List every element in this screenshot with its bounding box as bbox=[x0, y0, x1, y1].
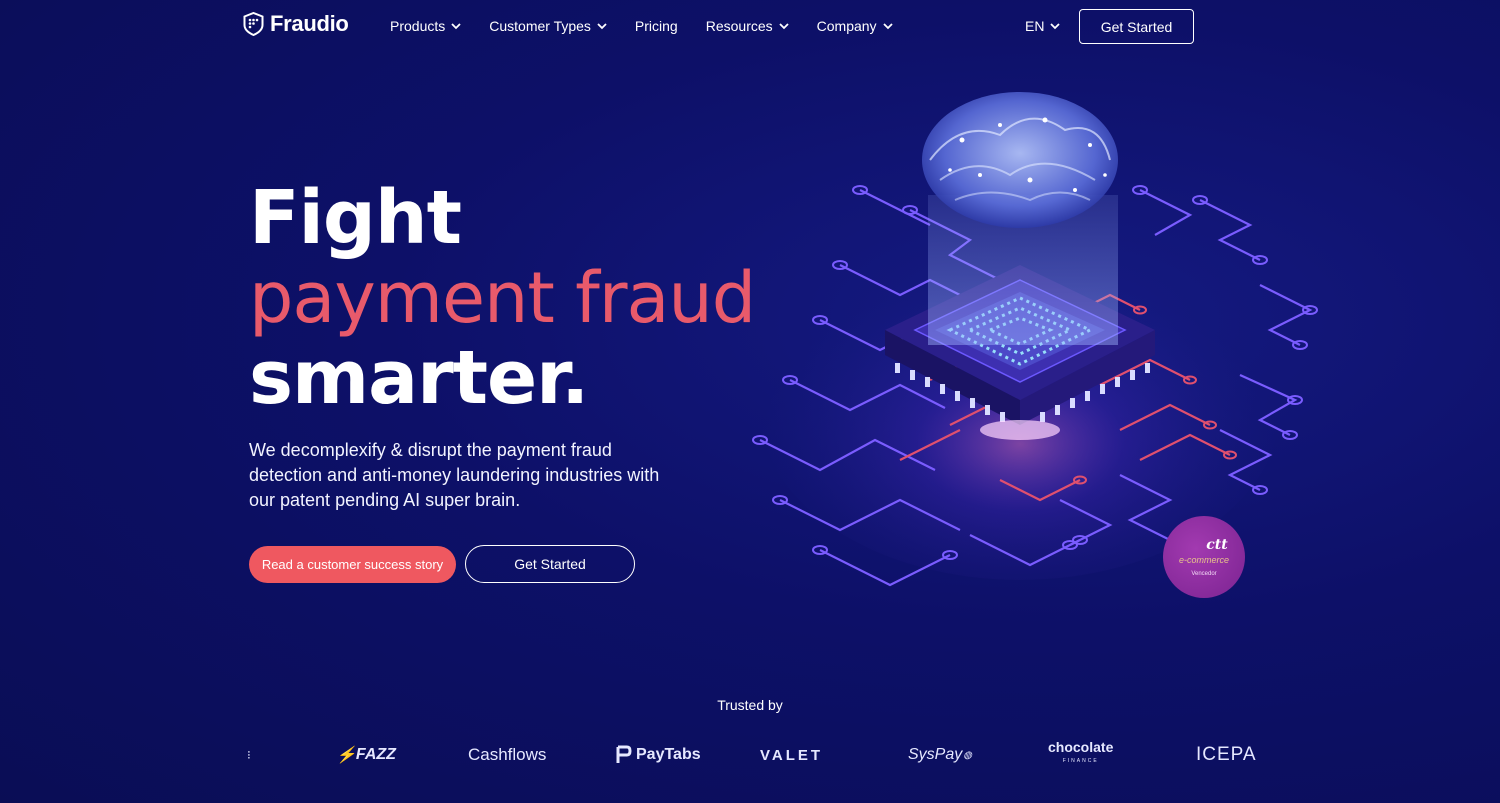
logo-chocolate: chocolate FINANCE bbox=[1048, 740, 1113, 770]
menu-item-label: Pricing bbox=[634, 18, 678, 34]
menu-item-label: Products bbox=[390, 18, 446, 34]
trusted-by-label: Trusted by bbox=[717, 697, 783, 713]
menu-item-label: Company bbox=[816, 18, 877, 34]
nav-get-started-button[interactable]: Get Started bbox=[1079, 9, 1194, 44]
logo-text: chocolate bbox=[1048, 739, 1114, 755]
menu-item-pricing[interactable]: Pricing bbox=[635, 18, 678, 34]
lightning-icon: ⚡ bbox=[336, 747, 356, 764]
logo-fazz: ⚡ FAZZ bbox=[336, 740, 396, 770]
language-selector[interactable]: EN bbox=[1025, 18, 1061, 34]
chevron-down-icon bbox=[779, 22, 789, 29]
hero-heading-line-1: Fight bbox=[249, 175, 462, 261]
logo-text: FAZZ bbox=[355, 746, 396, 763]
logo-text: SysPay bbox=[908, 746, 963, 763]
brand-name: Fraudio bbox=[270, 11, 349, 36]
chevron-down-icon bbox=[1050, 22, 1061, 29]
hero-heading: Fight payment fraud smarter. bbox=[249, 175, 756, 421]
chevron-down-icon bbox=[597, 22, 607, 29]
chevron-down-icon bbox=[451, 22, 461, 29]
hero-get-started-button[interactable]: Get Started bbox=[465, 545, 635, 583]
logo-partial: ⁝ bbox=[247, 748, 251, 762]
menu-item-label: Customer Types bbox=[489, 18, 591, 34]
menu-item-label: Resources bbox=[705, 18, 773, 34]
language-label: EN bbox=[1025, 18, 1045, 34]
globe-icon: ◍ bbox=[963, 749, 972, 761]
ai-brain-chip-illustration bbox=[752, 92, 1318, 587]
menu-item-products[interactable]: Products bbox=[390, 18, 461, 34]
badge-brand: ctt bbox=[1206, 537, 1228, 553]
logo-cashflows: Cashflows bbox=[468, 745, 547, 764]
logo-valet: VALET bbox=[760, 746, 824, 764]
menu-item-customer-types[interactable]: Customer Types bbox=[489, 18, 607, 34]
client-logos: ⁝ ⚡ FAZZ Cashflows PayTabs VALET SysPay ◍ … bbox=[0, 740, 1500, 770]
logo-text: PayTabs bbox=[636, 746, 701, 763]
logo-paytabs: PayTabs bbox=[616, 740, 701, 770]
hero-heading-line-3: smarter. bbox=[249, 335, 589, 421]
chevron-down-icon bbox=[882, 22, 893, 29]
menu-item-company[interactable]: Company bbox=[817, 18, 893, 34]
paytabs-icon bbox=[616, 745, 632, 763]
brand-logo[interactable]: Fraudio bbox=[243, 11, 349, 37]
logo-syspay: SysPay ◍ bbox=[908, 740, 972, 770]
hero-subtitle: We decomplexify & disrupt the payment fr… bbox=[249, 440, 660, 510]
fraudio-logo-icon bbox=[243, 12, 264, 36]
main-menu: Products Customer Types Pricing Resource… bbox=[390, 18, 893, 34]
customer-story-button[interactable]: Read a customer success story bbox=[249, 546, 456, 583]
award-badge: ctt e-commerce Vencedor bbox=[1163, 516, 1245, 598]
logo-subtext: FINANCE bbox=[1062, 758, 1099, 764]
top-navigation: Fraudio Products Customer Types Pricing … bbox=[0, 0, 1500, 56]
badge-subtitle: Vencedor bbox=[1191, 571, 1217, 577]
hero-heading-line-2: payment fraud bbox=[249, 257, 756, 339]
menu-item-resources[interactable]: Resources bbox=[706, 18, 789, 34]
logo-icepa: ICEPA bbox=[1196, 744, 1257, 765]
brain-graphic bbox=[922, 92, 1118, 228]
badge-title: e-commerce bbox=[1178, 555, 1229, 565]
